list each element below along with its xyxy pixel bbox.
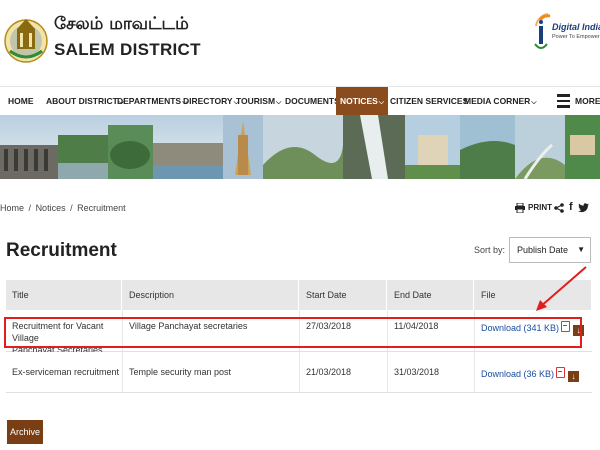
site-header: சேலம் மாவட்டம் SALEM DISTRICT Digital In… — [0, 0, 600, 85]
nav-label: ABOUT DISTRICT — [46, 96, 118, 106]
nav-label: TOURISM — [236, 96, 276, 106]
nav-more[interactable]: MORE — [571, 87, 600, 115]
breadcrumb-separator: / — [70, 203, 73, 213]
column-header-start-date[interactable]: Start Date — [300, 280, 387, 310]
breadcrumb-notices[interactable]: Notices — [36, 203, 66, 213]
sort-selected-value: Publish Date — [517, 245, 569, 255]
digital-india-name: Digital India — [552, 22, 600, 32]
nav-item-notices[interactable]: NOTICES⌵ — [336, 87, 389, 115]
chevron-down-icon: ⌵ — [378, 99, 385, 106]
row-end-date: 31/03/2018 — [394, 367, 440, 377]
archive-button[interactable]: Archive — [7, 420, 43, 444]
column-header-description[interactable]: Description — [123, 280, 299, 310]
nav-item-tourism[interactable]: TOURISM⌵ — [232, 87, 285, 115]
highlight-box — [4, 317, 582, 348]
row-title: Ex-serviceman recruitment — [6, 366, 122, 378]
share-icon[interactable] — [554, 203, 564, 213]
nav-label: NOTICES — [340, 96, 378, 106]
breadcrumb-current: Recruitment — [77, 203, 126, 213]
banner-collage-image — [0, 115, 600, 179]
nav-label: DEPARTMENTS — [117, 96, 182, 106]
row-description: Temple security man post — [129, 367, 232, 377]
district-name: SALEM DISTRICT — [54, 40, 201, 59]
sort-label: Sort by: — [474, 245, 506, 255]
caret-down-icon: ▼ — [577, 245, 585, 254]
tamil-nadu-emblem-icon[interactable] — [4, 3, 48, 79]
nav-label: CITIZEN SERVICES — [390, 96, 469, 106]
row-file: Download (36 KB) ↓ — [475, 367, 592, 382]
nav-label: HOME — [8, 96, 34, 106]
district-name-tamil: சேலம் மாவட்டம் — [54, 14, 189, 34]
nav-item-home[interactable]: HOME — [4, 87, 38, 115]
row-start-date: 21/03/2018 — [306, 367, 352, 377]
row-title-line: Ex-serviceman recruitment — [12, 367, 120, 377]
facebook-icon[interactable]: f — [569, 201, 573, 213]
twitter-icon[interactable] — [578, 203, 589, 213]
printer-icon[interactable] — [515, 203, 525, 213]
sort-select[interactable]: Publish Date ▼ — [509, 237, 591, 263]
chevron-down-icon: ⌵ — [531, 99, 537, 106]
table-row: Ex-serviceman recruitment Temple securit… — [6, 352, 592, 393]
nav-item-media-corner[interactable]: MEDIA CORNER⌵ — [460, 87, 541, 115]
digital-india-logo-icon[interactable] — [530, 12, 598, 54]
pdf-icon — [556, 367, 566, 378]
download-link[interactable]: Download (36 KB) — [481, 369, 554, 379]
hamburger-menu-icon[interactable] — [557, 94, 570, 108]
breadcrumb-home[interactable]: Home — [0, 203, 24, 213]
download-icon[interactable]: ↓ — [568, 371, 580, 382]
breadcrumb-separator: / — [28, 203, 32, 213]
banner-image-strip — [0, 115, 600, 179]
column-header-title[interactable]: Title — [6, 280, 122, 310]
nav-label: MEDIA CORNER — [464, 96, 531, 106]
breadcrumb: Home / Notices / Recruitment — [0, 203, 128, 213]
table-header: Title Description Start Date End Date Fi… — [6, 280, 592, 310]
nav-label: DIRECTORY — [183, 96, 233, 106]
nav-label: DOCUMENTS — [285, 96, 340, 106]
nav-more-label: MORE — [575, 96, 600, 106]
print-label[interactable]: PRINT — [528, 203, 552, 212]
annotation-arrow-icon — [536, 266, 587, 311]
column-header-end-date[interactable]: End Date — [388, 280, 474, 310]
main-navigation: HOME ABOUT DISTRICT ⌵ DEPARTMENTS ⌵ DIRECT… — [0, 86, 600, 115]
page-title: Recruitment — [6, 240, 117, 261]
digital-india-tagline: Power To Empower — [552, 34, 600, 40]
